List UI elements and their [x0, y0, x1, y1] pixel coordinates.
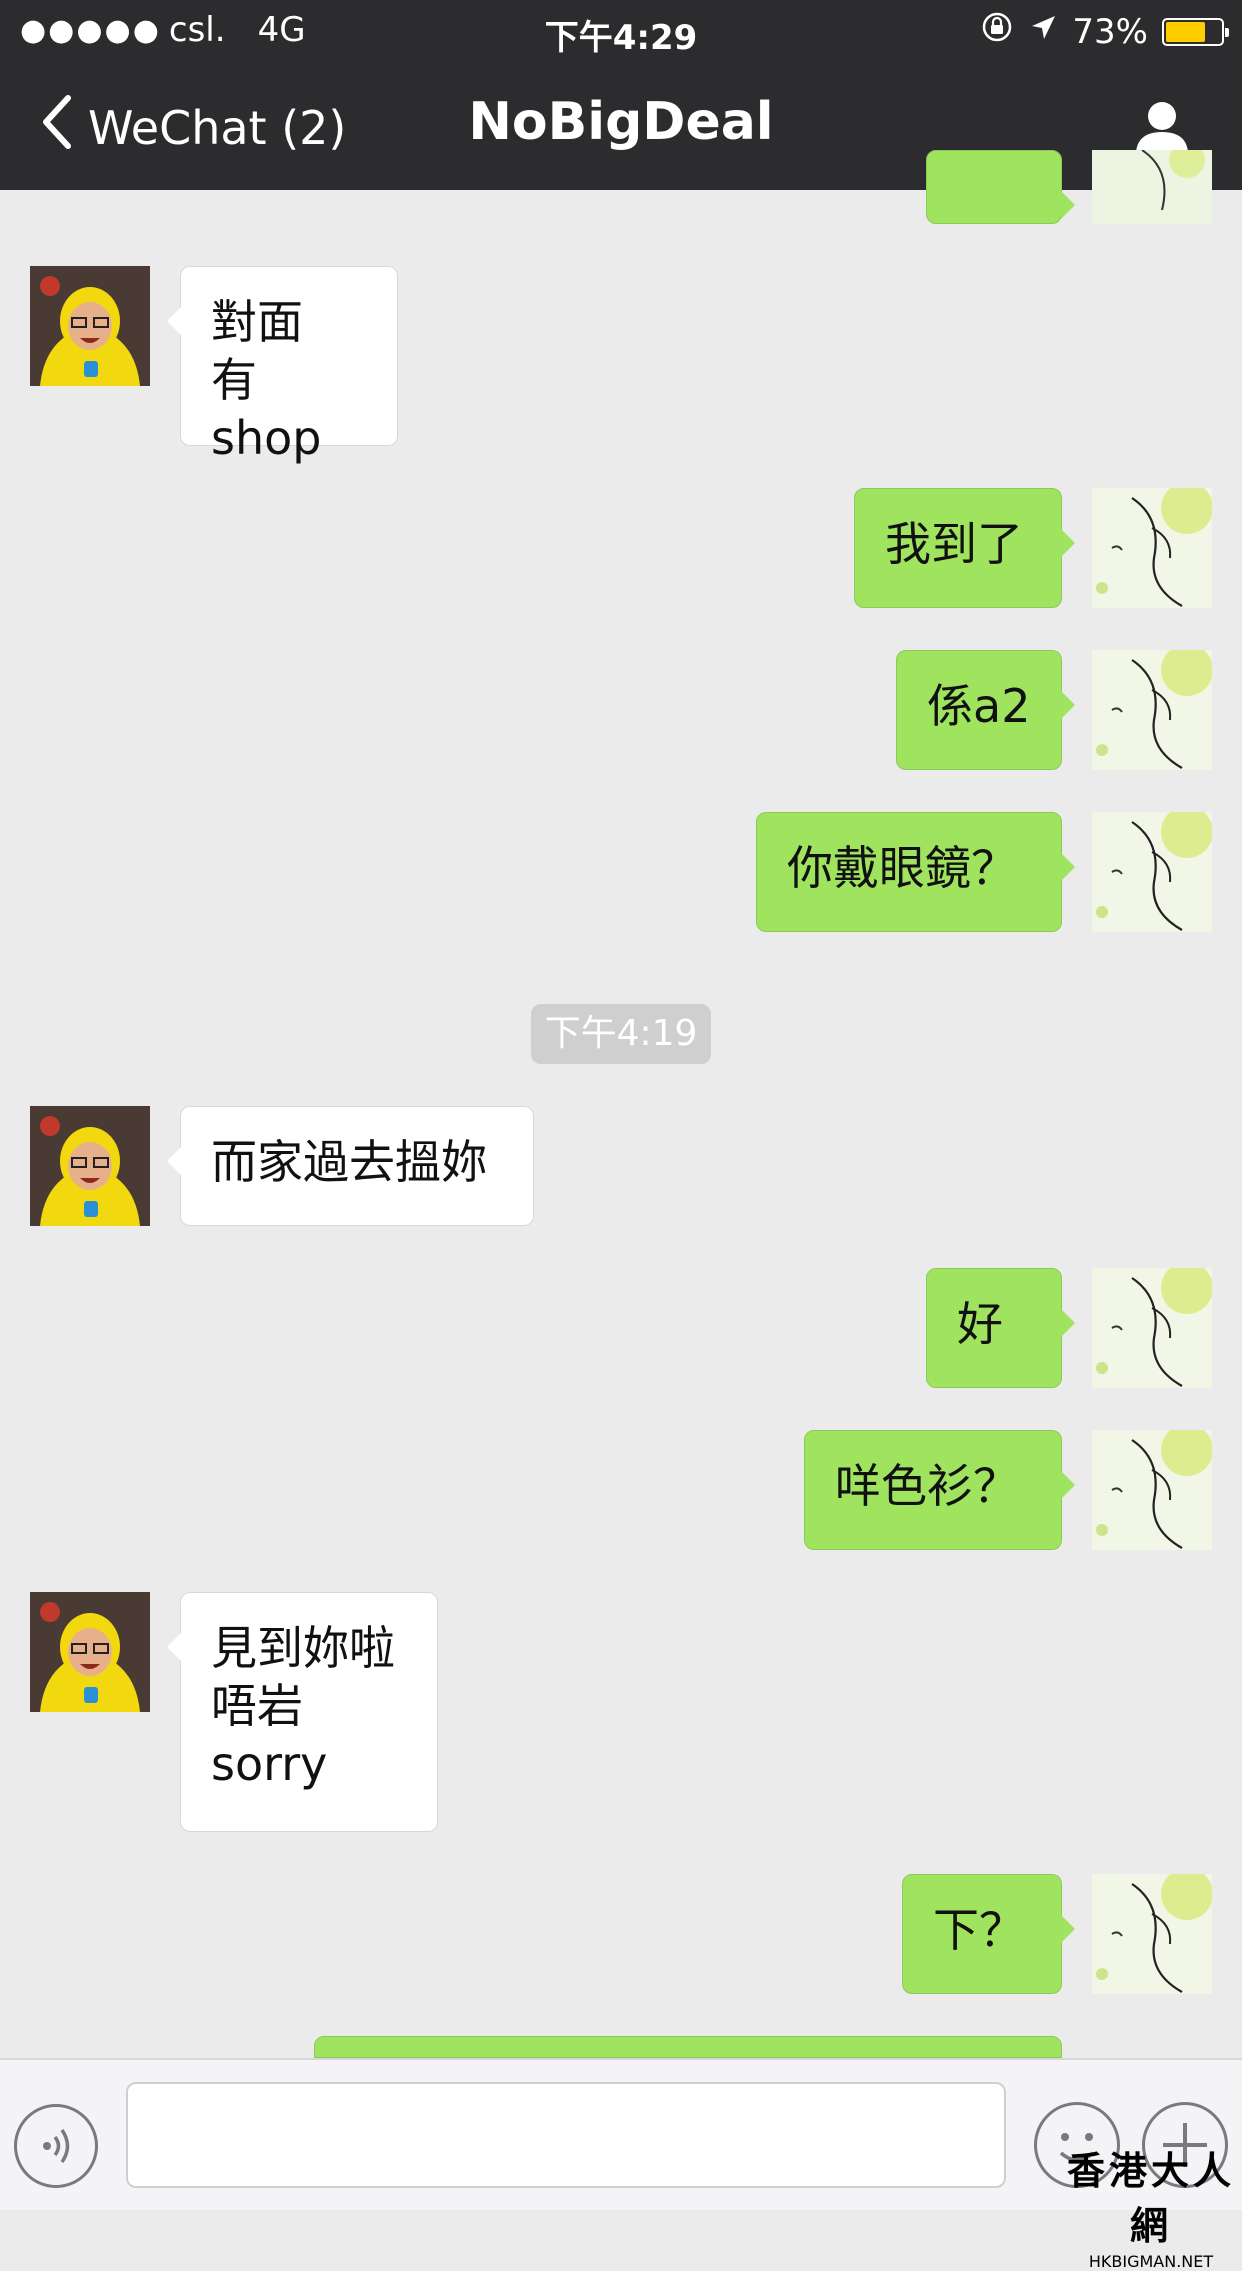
message-text: 而家過去搵妳	[211, 1135, 487, 1189]
avatar-self[interactable]	[1092, 1430, 1212, 1550]
message-bubble[interactable]: 而家過去搵妳	[167, 1106, 534, 1226]
message-bubble[interactable]: 我到了	[854, 488, 1075, 608]
battery-percent: 73%	[1072, 11, 1148, 52]
message-bubble[interactable]: 你戴眼鏡？	[756, 812, 1075, 932]
message-bubble[interactable]: 係a2	[896, 650, 1075, 770]
message-bubble-partial[interactable]	[926, 150, 1075, 224]
message-text: 係a2	[927, 679, 1031, 733]
message-text: 下？	[933, 1903, 1025, 1957]
avatar-self[interactable]	[1092, 650, 1212, 770]
message-bubble[interactable]: 對面 有shop	[167, 266, 398, 465]
timestamp-divider: 下午4:19	[531, 1004, 711, 1064]
location-arrow-icon	[1028, 12, 1058, 52]
avatar-contact[interactable]	[30, 266, 150, 386]
message-text: 我到了	[885, 517, 1023, 571]
status-right: 73%	[980, 10, 1229, 53]
message-bubble[interactable]: 下？	[902, 1874, 1075, 1994]
watermark-chinese: 香港大人網	[1066, 2149, 1235, 2248]
message-input[interactable]	[126, 2082, 1006, 2188]
avatar-self[interactable]	[1092, 1874, 1212, 1994]
watermark: 香港大人網 HKBIGMAN.NET	[1060, 2140, 1242, 2271]
message-text: 見到妳啦 唔岩 sorry	[211, 1621, 395, 1791]
avatar-contact[interactable]	[30, 1106, 150, 1226]
battery-icon	[1162, 17, 1229, 46]
voice-wave-icon	[17, 2129, 95, 2189]
avatar-self[interactable]	[1092, 150, 1212, 224]
rotation-lock-icon	[980, 10, 1014, 53]
message-bubble[interactable]: 見到妳啦 唔岩 sorry	[167, 1592, 438, 1832]
avatar-self[interactable]	[1092, 812, 1212, 932]
message-text: 你戴眼鏡？	[787, 841, 1017, 895]
message-text: 好	[957, 1297, 1003, 1351]
input-bar	[0, 2058, 1242, 2210]
status-bar: ●●●●● csl. 4G 下午4:29 73%	[0, 0, 1242, 62]
watermark-english: HKBIGMAN.NET	[1088, 2252, 1214, 2271]
avatar-contact[interactable]	[30, 1592, 150, 1712]
message-text: 對面 有shop	[211, 295, 322, 465]
chat-title: NoBigDeal	[468, 92, 774, 152]
avatar-self[interactable]	[1092, 488, 1212, 608]
message-bubble[interactable]: 咩色衫？	[804, 1430, 1075, 1550]
message-bubble[interactable]: 好	[926, 1268, 1075, 1388]
message-bubble-partial[interactable]	[314, 2036, 1075, 2105]
voice-button[interactable]	[14, 2104, 98, 2188]
message-text: 咩色衫？	[835, 1459, 1019, 1513]
avatar-self[interactable]	[1092, 1268, 1212, 1388]
